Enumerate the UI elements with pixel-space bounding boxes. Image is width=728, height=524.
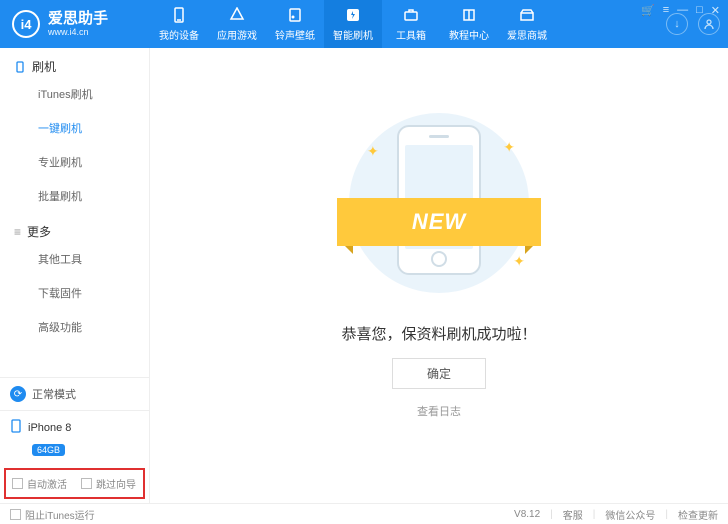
nav-label: 铃声壁纸 [275,27,315,42]
nav-label: 应用游戏 [217,27,257,42]
view-log-link[interactable]: 查看日志 [417,403,461,419]
new-ribbon: NEW [337,198,541,246]
nav-my-device[interactable]: 我的设备 [150,0,208,48]
device-mode[interactable]: ⟳ 正常模式 [0,377,149,410]
nav-store[interactable]: 爱思商城 [498,0,556,48]
status-bar: 阻止iTunes运行 V8.12 | 客服 | 微信公众号 | 检查更新 [0,503,728,524]
nav-label: 教程中心 [449,27,489,42]
phone-icon [14,61,26,73]
wechat-link[interactable]: 微信公众号 [605,507,655,522]
sidebar-item-pro-flash[interactable]: 专业刷机 [0,145,149,179]
checkbox-label: 阻止iTunes运行 [25,507,95,522]
store-icon [518,6,536,24]
nav-flash[interactable]: 智能刷机 [324,0,382,48]
nav-label: 爱思商城 [507,27,547,42]
cart-icon[interactable]: 🛒 [641,4,655,17]
nav-ringtones[interactable]: 铃声壁纸 [266,0,324,48]
sidebar-group-flash: 刷机 [0,48,149,77]
main-content: ✦✦✦✦ NEW 恭喜您，保资料刷机成功啦！ 确定 查看日志 [150,48,728,503]
brand: i4 爱思助手 www.i4.cn [0,0,150,48]
checkbox-icon [81,478,92,489]
flash-icon [344,6,362,24]
sidebar-item-batch-flash[interactable]: 批量刷机 [0,179,149,213]
phone-icon [10,419,22,436]
sidebar-group-label: 更多 [27,223,51,240]
device-info[interactable]: iPhone 8 64GB [0,410,149,464]
device-name: iPhone 8 [28,422,71,434]
ok-button[interactable]: 确定 [392,358,486,389]
device-mode-label: 正常模式 [32,386,76,402]
checkbox-label: 跳过向导 [96,476,136,491]
sidebar-item-download-firmware[interactable]: 下载固件 [0,276,149,310]
nav-toolbox[interactable]: 工具箱 [382,0,440,48]
nav-label: 工具箱 [396,27,426,42]
sidebar-group-more: ≡ 更多 [0,213,149,242]
close-icon[interactable]: ✕ [711,4,720,17]
options-highlight: 自动激活 跳过向导 [4,468,145,499]
nav-apps[interactable]: 应用游戏 [208,0,266,48]
sidebar-item-advanced[interactable]: 高级功能 [0,310,149,344]
success-illustration: ✦✦✦✦ NEW [339,103,539,303]
brand-logo-icon: i4 [12,10,40,38]
check-update-link[interactable]: 检查更新 [678,507,718,522]
hamburger-icon: ≡ [14,225,21,239]
block-itunes-checkbox[interactable]: 阻止iTunes运行 [10,507,95,522]
skip-guide-checkbox[interactable]: 跳过向导 [81,476,136,491]
brand-sub: www.i4.cn [48,28,108,37]
brand-name: 爱思助手 [48,11,108,26]
book-icon [460,6,478,24]
refresh-icon: ⟳ [10,386,26,402]
checkbox-icon [12,478,23,489]
checkbox-icon [10,509,21,520]
sidebar-group-label: 刷机 [32,58,56,75]
app-icon [228,6,246,24]
auto-activate-checkbox[interactable]: 自动激活 [12,476,67,491]
sidebar-item-oneclick-flash[interactable]: 一键刷机 [0,111,149,145]
nav-tutorials[interactable]: 教程中心 [440,0,498,48]
nav-label: 我的设备 [159,27,199,42]
settings-icon[interactable]: ≡ [663,4,669,17]
top-nav: 我的设备 应用游戏 铃声壁纸 智能刷机 工具箱 教程中心 爱思商城 [150,0,666,48]
sidebar: 刷机 iTunes刷机 一键刷机 专业刷机 批量刷机 ≡ 更多 其他工具 下载固… [0,48,150,503]
nav-label: 智能刷机 [333,27,373,42]
checkbox-label: 自动激活 [27,476,67,491]
music-icon [286,6,304,24]
version-label: V8.12 [514,509,540,520]
support-link[interactable]: 客服 [563,507,583,522]
toolbox-icon [402,6,420,24]
maximize-icon[interactable]: □ [696,4,703,17]
success-message: 恭喜您，保资料刷机成功啦！ [341,323,536,344]
storage-badge: 64GB [32,444,65,456]
phone-icon [170,6,188,24]
sidebar-item-other-tools[interactable]: 其他工具 [0,242,149,276]
sidebar-item-itunes-flash[interactable]: iTunes刷机 [0,77,149,111]
minimize-icon[interactable]: — [677,4,688,17]
